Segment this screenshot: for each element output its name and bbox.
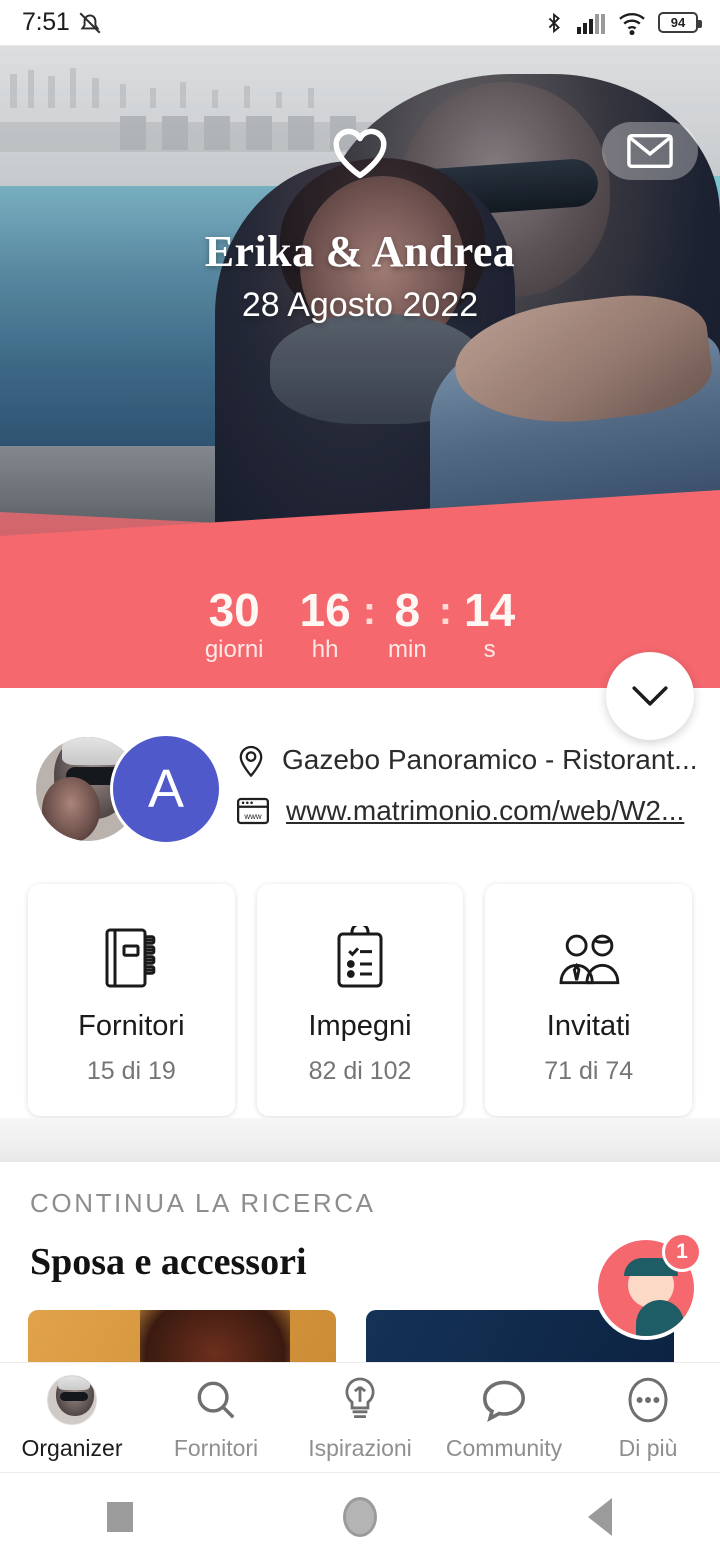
countdown-separator-1: : <box>362 588 377 633</box>
bluetooth-icon <box>548 12 560 33</box>
android-navigation-bar <box>0 1472 720 1560</box>
clipboard-checklist-icon <box>331 914 389 990</box>
countdown-seconds-label: s <box>483 636 496 663</box>
back-button[interactable] <box>540 1497 660 1536</box>
chevron-down-icon <box>632 686 668 706</box>
nav-item-organizer[interactable]: Organizer <box>0 1373 144 1462</box>
countdown-days-label: giorni <box>204 636 264 663</box>
search-icon <box>197 1381 235 1419</box>
countdown-hours-value: 16 <box>299 583 351 636</box>
notebook-icon <box>101 914 161 990</box>
stat-card-subtitle: 15 di 19 <box>86 1057 176 1085</box>
avatar-initial[interactable]: A <box>110 733 222 845</box>
recents-button[interactable] <box>60 1501 180 1532</box>
couple-names: Erika & Andrea <box>204 227 516 276</box>
home-circle-icon <box>343 1496 377 1537</box>
map-pin-icon <box>239 745 263 777</box>
stat-card-impegni[interactable]: Impegni 82 di 102 <box>256 884 464 1116</box>
stat-card-title: Invitati <box>546 1010 631 1042</box>
countdown-hours: 16 hh <box>299 583 351 664</box>
back-triangle-icon <box>588 1497 612 1536</box>
countdown-seconds-value: 14 <box>464 583 516 636</box>
countdown-hours-label: hh <box>311 636 339 663</box>
countdown-minutes-value: 8 <box>394 583 421 636</box>
browser-window-icon: www <box>236 797 270 825</box>
vibrate-off-icon <box>80 12 101 33</box>
bottom-navigation: Organizer Fornitori Ispirazioni Communit… <box>0 1362 720 1472</box>
stat-card-title: Impegni <box>308 1010 412 1042</box>
nav-label: Organizer <box>21 1435 123 1461</box>
nav-item-community[interactable]: Community <box>432 1373 576 1462</box>
speech-bubble-icon <box>482 1380 526 1422</box>
countdown-banner: 30 giorni 16 hh : 8 min : 14 s <box>0 490 720 688</box>
section-title: Sposa e accessori <box>30 1241 307 1283</box>
nav-label: Di più <box>618 1435 678 1461</box>
more-dots-icon <box>628 1377 668 1423</box>
venue-label: Gazebo Panoramico - Ristorant... <box>282 744 698 775</box>
stat-card-title: Fornitori <box>78 1010 185 1042</box>
status-bar-right: 94 <box>543 10 702 36</box>
hero-banner[interactable]: Erika & Andrea 28 Agosto 2022 <box>0 46 720 538</box>
status-time: 7:51 <box>22 8 70 36</box>
recents-square-icon <box>107 1501 133 1532</box>
countdown-separator-2: : <box>438 588 453 633</box>
countdown-minutes: 8 min <box>388 583 427 664</box>
wedding-date: 28 Agosto 2022 <box>241 286 479 324</box>
website-row[interactable]: www www.matrimonio.com/web/W2... <box>236 795 698 827</box>
nav-item-di-piu[interactable]: Di più <box>576 1373 720 1462</box>
lightbulb-icon <box>345 1377 375 1418</box>
svg-text:www: www <box>243 812 261 821</box>
assistant-badge: 1 <box>662 1232 702 1272</box>
nav-item-fornitori[interactable]: Fornitori <box>144 1373 288 1462</box>
info-lines: Gazebo Panoramico - Ristorant... www www… <box>236 743 698 827</box>
countdown-minutes-label: min <box>388 636 427 663</box>
nav-label: Community <box>445 1435 563 1461</box>
venue-row[interactable]: Gazebo Panoramico - Ristorant... <box>236 743 698 777</box>
battery-level: 94 <box>670 15 686 30</box>
section-divider <box>0 1118 720 1162</box>
nav-label: Ispirazioni <box>308 1435 412 1461</box>
countdown-seconds: 14 s <box>464 583 516 664</box>
wifi-icon <box>619 12 645 35</box>
countdown-days-value: 30 <box>208 583 260 636</box>
wedding-info-row: A Gazebo Panoramico - Ristorant... www w… <box>0 700 720 870</box>
stat-card-subtitle: 71 di 74 <box>544 1057 634 1085</box>
cellular-signal-icon <box>577 13 605 34</box>
heart-icon[interactable] <box>330 124 390 182</box>
stat-cards: Fornitori 15 di 19 Impegni 82 di 102 Inv… <box>0 884 720 1116</box>
avatar-group[interactable]: A <box>36 731 222 845</box>
battery-icon: 94 <box>658 12 702 33</box>
section-kicker: CONTINUA LA RICERCA <box>30 1188 376 1218</box>
guests-couple-icon <box>554 914 624 990</box>
nav-label: Fornitori <box>173 1435 259 1461</box>
countdown-days: 30 giorni <box>204 583 264 664</box>
expand-details-button[interactable] <box>606 652 694 740</box>
countdown-row: 30 giorni 16 hh : 8 min : 14 s <box>204 583 516 664</box>
assistant-button[interactable]: 1 <box>594 1232 702 1340</box>
nav-item-ispirazioni[interactable]: Ispirazioni <box>288 1373 432 1462</box>
messages-button[interactable] <box>602 122 698 180</box>
stat-card-fornitori[interactable]: Fornitori 15 di 19 <box>28 884 235 1116</box>
website-label[interactable]: www.matrimonio.com/web/W2... <box>286 795 684 827</box>
status-bar: 7:51 94 <box>0 0 720 46</box>
app-screen: 7:51 94 Erika & Andrea 28 Agosto 2022 30… <box>0 0 720 1560</box>
envelope-icon <box>627 133 673 169</box>
status-bar-left: 7:51 <box>22 8 103 37</box>
stat-card-invitati[interactable]: Invitati 71 di 74 <box>485 884 693 1116</box>
profile-avatar-icon <box>47 1373 97 1427</box>
home-button[interactable] <box>300 1496 420 1537</box>
stat-card-subtitle: 82 di 102 <box>308 1057 412 1085</box>
